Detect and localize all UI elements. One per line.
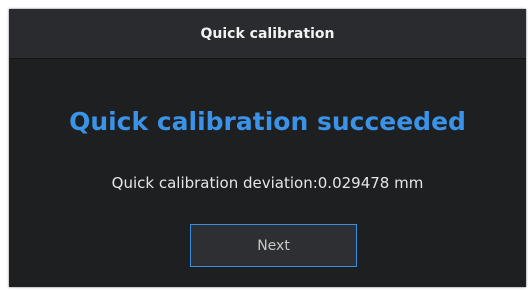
dialog-title: Quick calibration [200,25,335,42]
dialog-titlebar: Quick calibration [9,9,526,59]
deviation-readout: Quick calibration deviation:0.029478 mm [111,174,424,192]
calibration-dialog: Quick calibration Quick calibration succ… [9,9,526,287]
success-headline: Quick calibration succeeded [69,107,466,136]
next-button[interactable]: Next [190,224,357,267]
